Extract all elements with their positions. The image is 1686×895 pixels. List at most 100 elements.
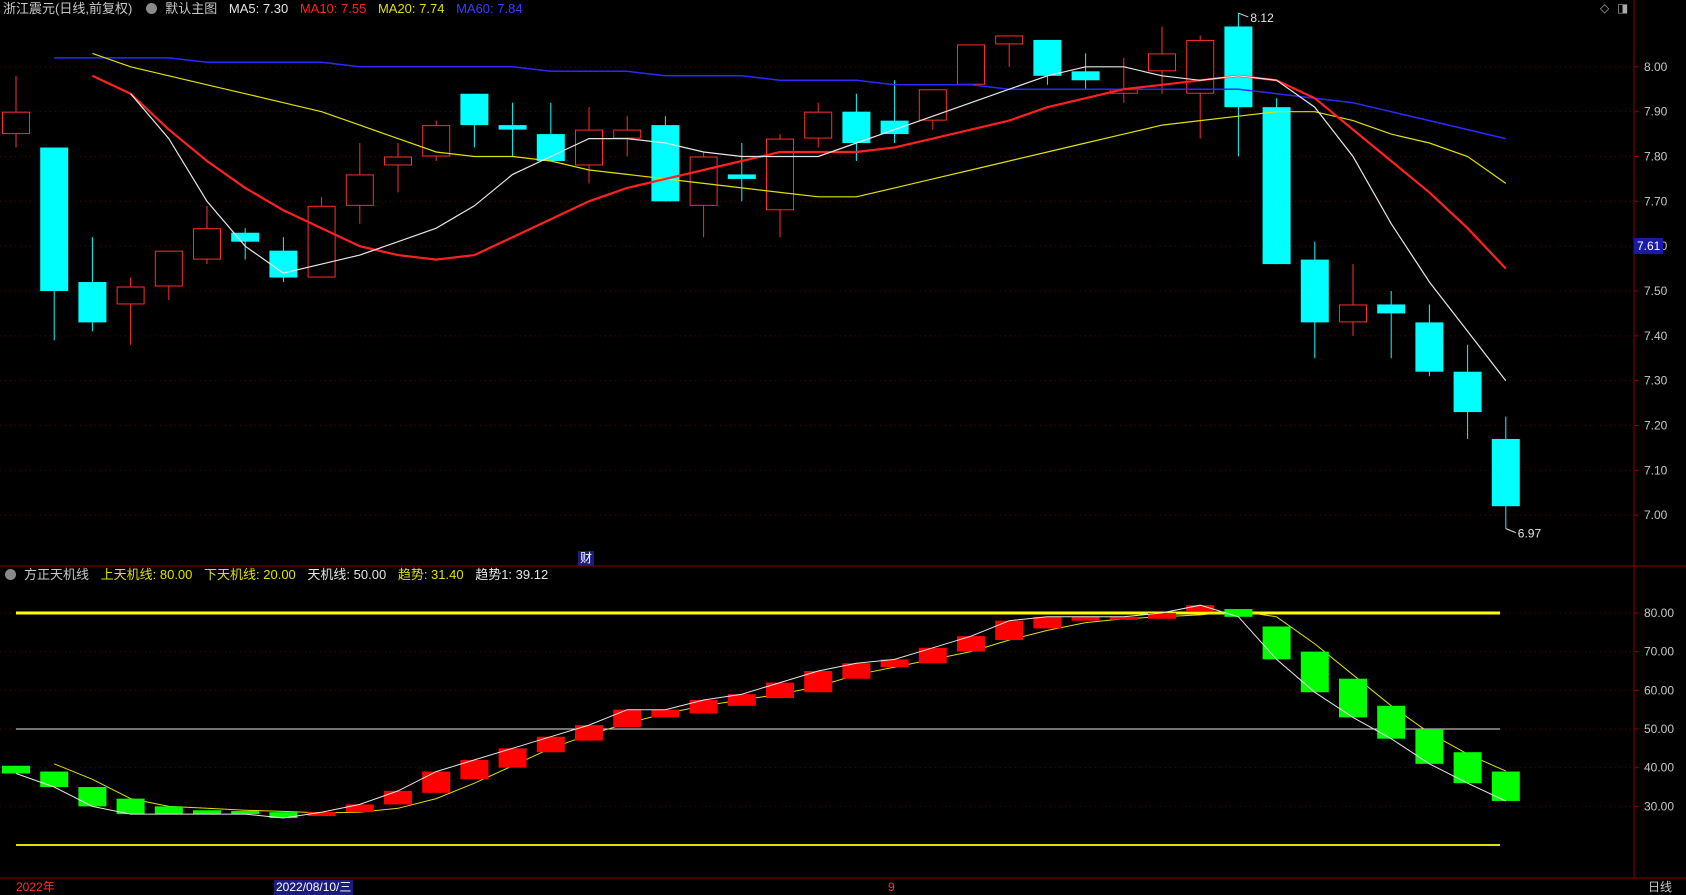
trend-bar-up bbox=[384, 790, 412, 805]
candle-body-down bbox=[1415, 322, 1444, 372]
candle-body-up bbox=[345, 174, 374, 206]
main-chart-header: 浙江震元(日线,前复权) 默认主图 MA5: 7.30 MA10: 7.55 MA… bbox=[3, 0, 531, 18]
candle-body-down bbox=[1377, 304, 1406, 314]
candle-body-down bbox=[842, 111, 871, 144]
candle-body-up bbox=[1186, 39, 1215, 94]
candle-body-up bbox=[193, 228, 221, 260]
template-label[interactable]: 默认主图 bbox=[165, 1, 217, 16]
candle-body-up bbox=[957, 44, 985, 85]
trend-bar-up bbox=[345, 804, 374, 813]
trend-bar-up bbox=[536, 736, 565, 753]
candle-body-up bbox=[1148, 53, 1176, 72]
stock-title[interactable]: 浙江震元(日线,前复权) bbox=[3, 1, 132, 16]
low-price-label: 6.97 bbox=[1518, 527, 1542, 541]
candle-body-down bbox=[1262, 107, 1291, 265]
trend-bar-up bbox=[995, 620, 1024, 641]
high-price-label: 8.12 bbox=[1250, 11, 1274, 25]
trend-bar-up bbox=[1071, 616, 1100, 621]
upper-line-label: 上天机线: 80.00 bbox=[100, 567, 193, 582]
candle-body-down bbox=[1033, 39, 1062, 76]
candle-body-down bbox=[880, 120, 909, 135]
y-tick-label: 7.80 bbox=[1644, 150, 1668, 164]
trend-bar-up bbox=[422, 771, 451, 793]
candle-body-up bbox=[766, 138, 794, 211]
candle-body-up bbox=[154, 250, 183, 287]
ma10-label: MA10: 7.55 bbox=[299, 1, 367, 16]
y-tick-label: 7.40 bbox=[1644, 329, 1668, 343]
trend-bar-up bbox=[651, 709, 680, 718]
candle-body-up bbox=[2, 111, 30, 135]
candle-body-up bbox=[689, 156, 718, 206]
current-price-tag: 7.61 bbox=[1634, 238, 1664, 254]
trend-bar-up bbox=[918, 647, 947, 664]
trend-bar-down bbox=[1339, 678, 1367, 718]
y-tick-label: 7.30 bbox=[1644, 374, 1668, 388]
ma10-line bbox=[91, 74, 1507, 270]
candle-body-up bbox=[384, 156, 412, 166]
candle-body-down bbox=[1224, 26, 1253, 108]
indicator-header: 方正天机线 上天机线: 80.00 下天机线: 20.00 天机线: 50.00… bbox=[3, 566, 556, 584]
indicator-y-tick-label: 40.00 bbox=[1644, 761, 1674, 775]
candle-body-up bbox=[804, 111, 833, 139]
period-label[interactable]: 日线 bbox=[1648, 880, 1672, 895]
y-tick-label: 7.10 bbox=[1644, 463, 1668, 477]
candle-body-up bbox=[613, 129, 642, 139]
lower-line-label: 下天机线: 20.00 bbox=[204, 567, 296, 582]
candle-body-down bbox=[651, 125, 680, 202]
trend1-label: 趋势1: 39.12 bbox=[475, 567, 549, 582]
candle-body-up bbox=[1339, 304, 1367, 323]
candle-body-down bbox=[1453, 371, 1482, 413]
ma5-label: MA5: 7.30 bbox=[228, 1, 289, 16]
year-label: 2022年 bbox=[16, 880, 55, 894]
mid-line-label: 天机线: 50.00 bbox=[307, 567, 387, 582]
trend-bar-down bbox=[1262, 626, 1291, 660]
candle-body-up bbox=[995, 35, 1024, 45]
indicator-y-tick-label: 30.00 bbox=[1644, 799, 1674, 813]
ma20-line bbox=[92, 52, 1507, 198]
candle-body-up bbox=[575, 129, 603, 166]
y-tick-label: 7.20 bbox=[1644, 419, 1668, 433]
indicator-dropdown-icon[interactable] bbox=[5, 569, 16, 580]
y-tick-label: 7.70 bbox=[1644, 194, 1668, 208]
low-pointer bbox=[1505, 528, 1516, 534]
indicator-y-tick-label: 70.00 bbox=[1644, 645, 1674, 659]
indicator-y-tick-label: 60.00 bbox=[1644, 683, 1674, 697]
candle-body-down bbox=[40, 147, 69, 291]
indicator-y-tick-label: 50.00 bbox=[1644, 722, 1674, 736]
trend-bar-up bbox=[575, 725, 603, 741]
indicator-name[interactable]: 方正天机线 bbox=[24, 567, 89, 582]
trend-bar-down bbox=[2, 765, 30, 774]
ma20-label: MA20: 7.74 bbox=[377, 1, 445, 16]
y-tick-label: 7.90 bbox=[1644, 105, 1668, 119]
trend-bar-up bbox=[957, 636, 985, 652]
diamond-icon[interactable]: ◇ bbox=[1600, 1, 1609, 15]
y-tick-label: 7.50 bbox=[1644, 284, 1668, 298]
finance-marker[interactable]: 财 bbox=[578, 551, 595, 566]
trend-bar-down bbox=[40, 771, 69, 788]
trend-bar-down bbox=[1224, 609, 1253, 617]
trend-bar-down bbox=[1415, 729, 1444, 764]
trend-bar-down bbox=[154, 806, 183, 815]
candle-body-down bbox=[78, 282, 107, 323]
trend-bar-up bbox=[766, 682, 794, 699]
candle-body-down bbox=[727, 174, 756, 179]
ma60-label: MA60: 7.84 bbox=[456, 1, 523, 16]
cursor-date: 2022/08/10/三 bbox=[274, 880, 354, 895]
trend-bar-up bbox=[1033, 616, 1062, 629]
trend-bar-down bbox=[78, 787, 107, 807]
candle-body-down bbox=[1491, 438, 1520, 507]
stock-chart[interactable]: 8.007.907.807.707.607.507.407.307.207.10… bbox=[0, 0, 1686, 895]
high-pointer bbox=[1238, 12, 1249, 18]
candle-body-down bbox=[498, 125, 527, 130]
candle-body-down bbox=[460, 93, 489, 126]
candle-body-down bbox=[1300, 259, 1329, 323]
trend-bar-down bbox=[193, 810, 221, 815]
y-tick-label: 8.00 bbox=[1644, 60, 1668, 74]
trend-label: 趋势: 31.40 bbox=[397, 567, 464, 582]
candle-body-down bbox=[1071, 71, 1100, 81]
y-tick-label: 7.00 bbox=[1644, 508, 1668, 522]
panel-toggle-icon[interactable]: ◨ bbox=[1617, 1, 1628, 15]
trend-bar-up bbox=[613, 709, 642, 728]
trend-bar-down bbox=[1300, 651, 1329, 693]
template-dropdown-icon[interactable] bbox=[146, 3, 158, 14]
